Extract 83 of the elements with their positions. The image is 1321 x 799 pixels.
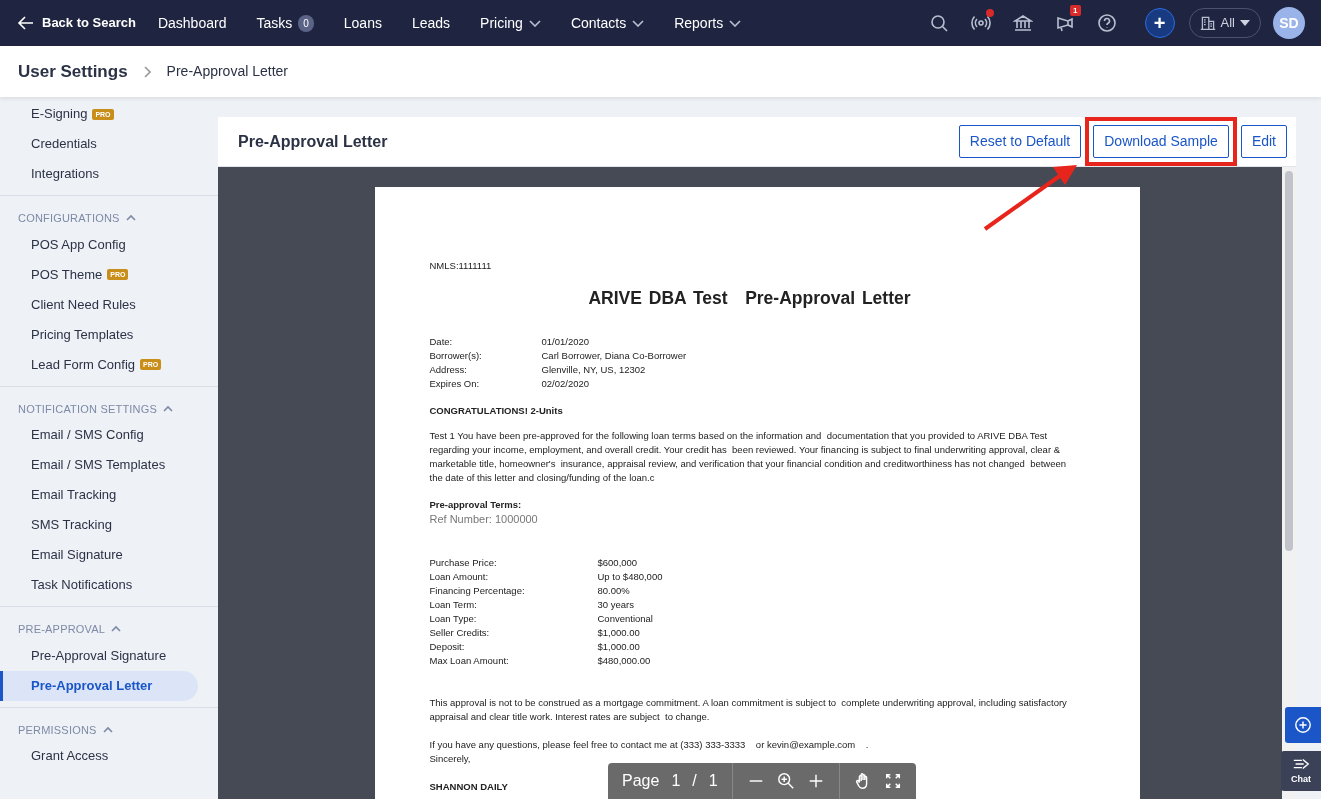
field-value: Up to $480,000 xyxy=(597,570,663,584)
nav-link[interactable]: Pricing xyxy=(480,12,541,34)
sidebar-item[interactable]: Integrations xyxy=(0,159,198,189)
nav-link[interactable]: Tasks 0 xyxy=(256,12,314,34)
sidebar-item[interactable]: Pre-Approval Letter xyxy=(0,670,198,701)
add-button[interactable]: + xyxy=(1144,8,1175,38)
letter-heading: CONGRATULATIONS! 2-Units xyxy=(429,404,564,418)
plus-circle-icon xyxy=(1294,716,1312,734)
chevron-up-icon xyxy=(125,214,136,223)
page-label: Page xyxy=(622,771,660,791)
nav-link[interactable]: Loans xyxy=(343,12,382,34)
field-label: Expires On: xyxy=(429,377,481,391)
field-value: $480,000.00 xyxy=(597,654,651,668)
scrollbar-thumb[interactable] xyxy=(1285,171,1293,551)
field-value: $600,000 xyxy=(597,556,638,570)
panel-button[interactable]: Edit xyxy=(1240,125,1287,158)
page-number[interactable]: 1 xyxy=(671,769,681,793)
letter-paragraph: Test 1 You have been pre-approved for the following loan terms based on the information and documentation that you provided to ARIVE DBA Test regarding your income, employment, and overall credit. Your credit has been reviewed. Your financing is subject to final underwriting approval, clear & marketable title, homeowner's insurance, appraisal review, and verification that your financial condition and creditworthiness has not changed between the date of this letter and closing/funding of the loan.c xyxy=(429,429,1068,485)
letter-text: Sincerely, xyxy=(429,752,472,766)
panel-title: Pre-Approval Letter xyxy=(238,131,389,152)
field-value: Carl Borrower, Diana Co-Borrower xyxy=(541,349,687,363)
field-label: Loan Amount: xyxy=(429,570,490,584)
search-icon[interactable] xyxy=(928,13,949,33)
sidebar-item[interactable]: Task Notifications xyxy=(0,570,198,600)
field-value: 80.00% xyxy=(597,584,630,598)
nav-link[interactable]: Leads xyxy=(411,12,451,34)
caret-down-icon xyxy=(1240,20,1250,26)
signer-name: SHANNON DAILY xyxy=(429,780,508,794)
chevron-right-icon xyxy=(143,65,151,78)
nav-link[interactable]: Reports xyxy=(674,12,742,34)
field-value: $1,000.00 xyxy=(597,626,640,640)
field-label: Date: xyxy=(429,335,454,349)
panel-button[interactable]: Reset to Default xyxy=(958,125,1082,158)
panel-button[interactable]: Download Sample xyxy=(1093,125,1229,158)
field-value: 01/01/2020 xyxy=(541,335,590,349)
notification-badge: 1 xyxy=(1070,5,1081,16)
letter-paragraph: If you have any questions, please feel free to contact me at (333) 333-3333 or kevin@example.com . xyxy=(429,738,870,752)
page-separator: / xyxy=(692,771,697,791)
letter-text: NMLS:1111111 xyxy=(429,259,493,273)
field-label: Financing Percentage: xyxy=(429,584,526,598)
sidebar-item[interactable]: Pre-Approval Signature xyxy=(0,640,198,671)
sidebar-item[interactable]: Email Signature xyxy=(0,540,198,570)
sidebar-item[interactable]: Credentials xyxy=(0,129,198,159)
sidebar-item[interactable]: Pricing Templates xyxy=(0,319,198,350)
breadcrumb-link[interactable]: User Settings xyxy=(18,58,128,85)
letter-paragraph: This approval is not to be construed as a mortgage commitment. A loan commitment is subject to complete underwriting approval, including satisfactory appraisal and clear title work. Interest rates are subject to change. xyxy=(429,696,1068,724)
field-value: 30 years xyxy=(597,598,634,612)
reference-number: Ref Number: 1000000 xyxy=(429,512,539,526)
add-float-button[interactable] xyxy=(1285,707,1321,743)
breadcrumb-current: Pre-Approval Letter xyxy=(166,62,288,81)
sidebar-item[interactable]: Email Tracking xyxy=(0,480,198,510)
field-label: Seller Credits: xyxy=(429,626,491,640)
field-value: Glenville, NY, US, 12302 xyxy=(541,363,646,377)
field-label: Loan Type: xyxy=(429,612,478,626)
count-badge: 0 xyxy=(298,14,314,32)
nav-link[interactable]: Dashboard xyxy=(157,12,227,34)
field-label: Max Loan Amount: xyxy=(429,654,510,668)
sidebar-item[interactable]: POS App Config xyxy=(0,229,198,260)
field-label: Purchase Price: xyxy=(429,556,498,570)
chevron-up-icon xyxy=(102,725,113,734)
letter-heading: Pre-approval Terms: xyxy=(429,498,523,512)
sidebar-item[interactable]: Email / SMS Config xyxy=(0,420,198,450)
chevron-up-icon xyxy=(163,404,174,413)
field-value: 02/02/2020 xyxy=(541,377,590,391)
field-label: Borrower(s): xyxy=(429,349,483,363)
field-label: Deposit: xyxy=(429,640,466,654)
sidebar-item[interactable]: SMS Tracking xyxy=(0,510,198,540)
field-label: Address: xyxy=(429,363,468,377)
fullscreen-icon[interactable] xyxy=(883,772,902,790)
nav-link[interactable]: Contacts xyxy=(570,12,645,34)
page-count: 1 xyxy=(708,771,718,791)
field-label: Loan Term: xyxy=(429,598,478,612)
field-value: $1,000.00 xyxy=(597,640,640,654)
sidebar-item[interactable]: Client Need Rules xyxy=(0,289,198,320)
sidebar-item[interactable]: Email / SMS Templates xyxy=(0,450,198,480)
field-value: Conventional xyxy=(597,612,653,626)
back-link[interactable]: Back to Search xyxy=(16,13,136,33)
zoom-icon[interactable] xyxy=(776,772,795,790)
chevron-up-icon xyxy=(111,625,122,634)
sidebar-item[interactable]: Grant Access xyxy=(0,741,198,771)
chat-button[interactable]: Chat xyxy=(1281,751,1321,791)
bank-icon[interactable] xyxy=(1012,13,1033,33)
help-icon[interactable] xyxy=(1096,13,1117,33)
